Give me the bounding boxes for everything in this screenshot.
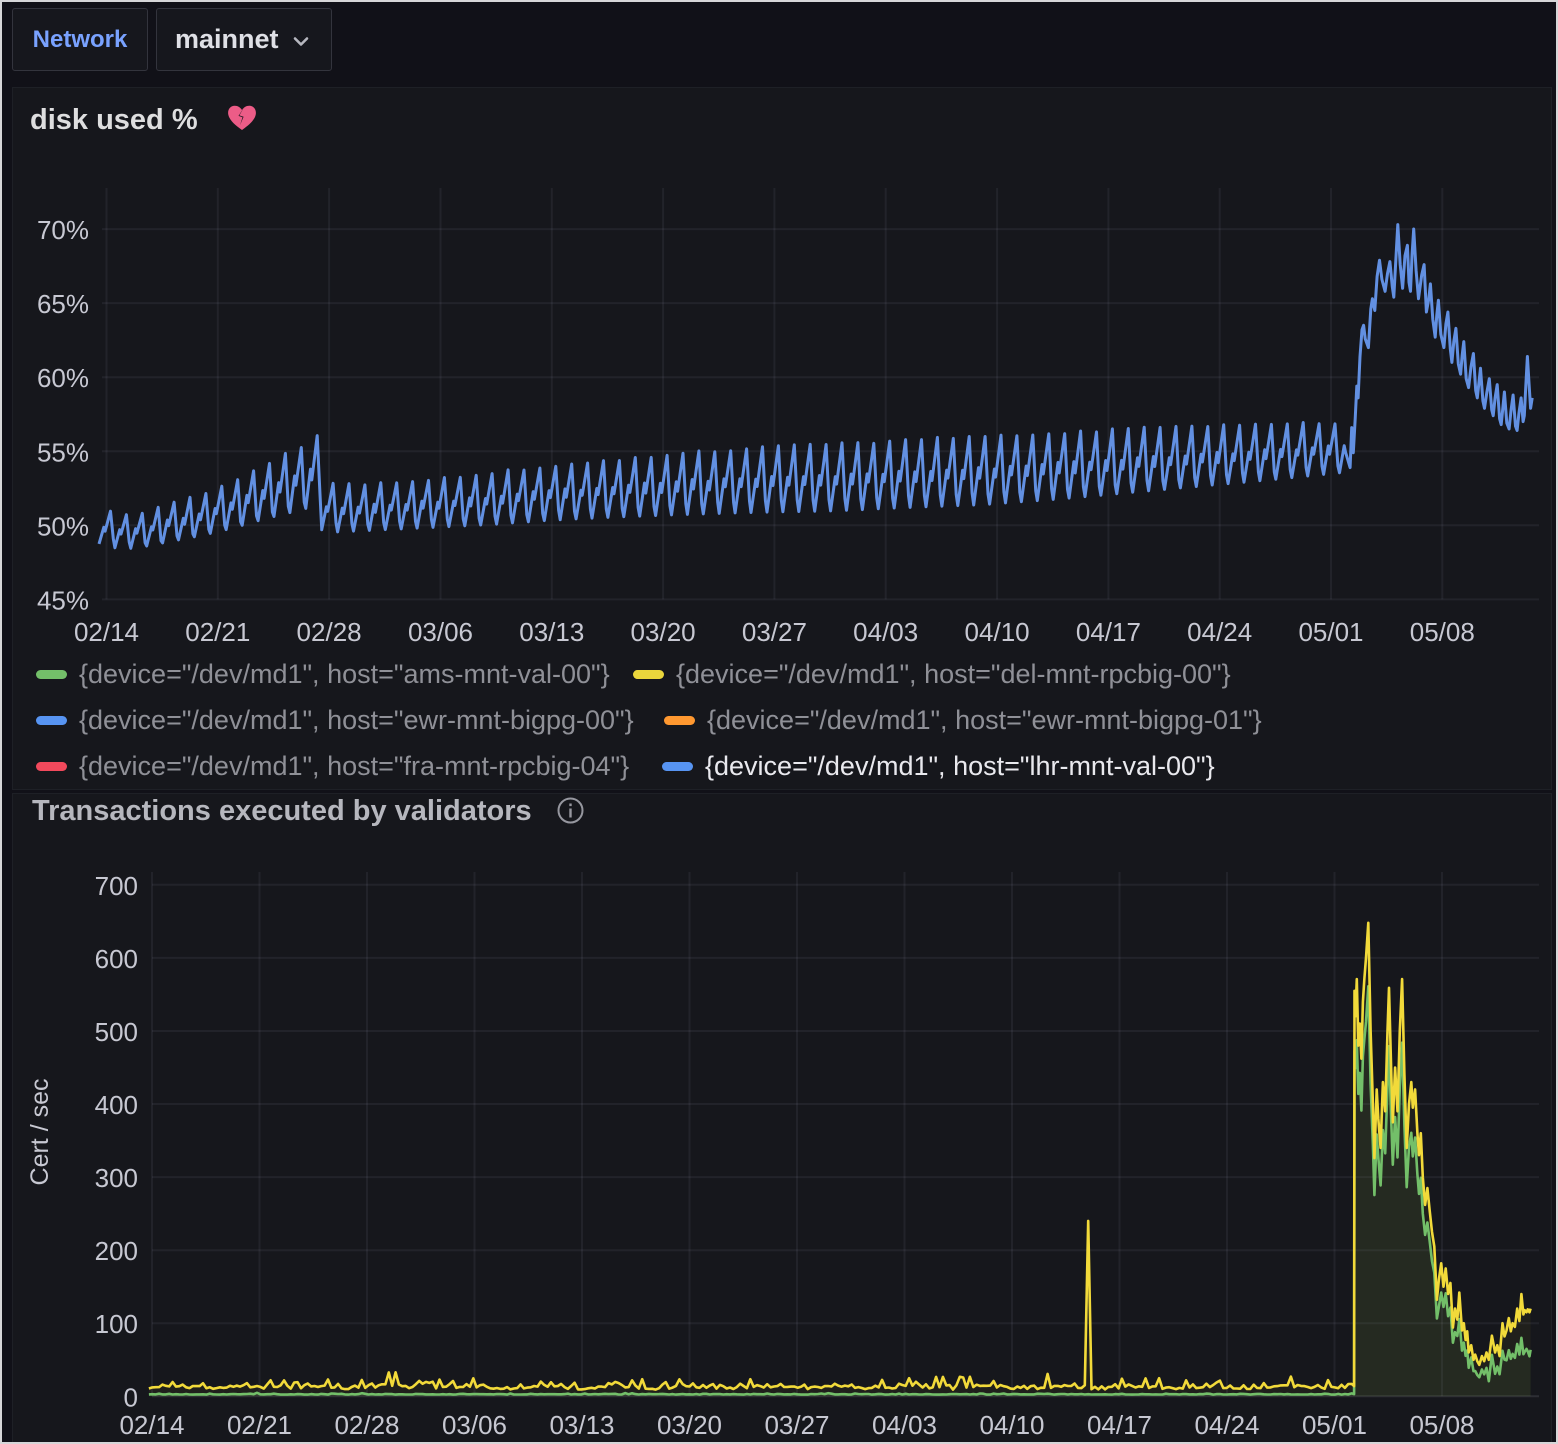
svg-text:02/21: 02/21 — [185, 617, 250, 647]
svg-text:Cert / sec: Cert / sec — [26, 1079, 54, 1186]
svg-text:50%: 50% — [37, 511, 89, 541]
svg-text:03/20: 03/20 — [631, 617, 696, 647]
svg-text:04/10: 04/10 — [965, 617, 1030, 647]
svg-text:05/01: 05/01 — [1298, 617, 1363, 647]
svg-text:04/17: 04/17 — [1087, 1410, 1152, 1440]
svg-text:05/08: 05/08 — [1410, 617, 1475, 647]
svg-text:0: 0 — [124, 1382, 138, 1412]
svg-text:100: 100 — [95, 1309, 138, 1339]
svg-text:70%: 70% — [37, 215, 89, 245]
svg-text:60%: 60% — [37, 363, 89, 393]
svg-text:03/20: 03/20 — [657, 1410, 722, 1440]
svg-text:04/03: 04/03 — [853, 617, 918, 647]
svg-text:400: 400 — [95, 1090, 138, 1120]
svg-text:700: 700 — [95, 871, 138, 901]
svg-text:04/17: 04/17 — [1076, 617, 1141, 647]
svg-text:04/24: 04/24 — [1187, 617, 1252, 647]
svg-text:04/10: 04/10 — [979, 1410, 1044, 1440]
svg-text:02/28: 02/28 — [334, 1410, 399, 1440]
svg-text:500: 500 — [95, 1017, 138, 1047]
svg-text:03/06: 03/06 — [408, 617, 473, 647]
svg-text:300: 300 — [95, 1163, 138, 1193]
svg-text:65%: 65% — [37, 289, 89, 319]
svg-text:03/27: 03/27 — [764, 1410, 829, 1440]
svg-text:200: 200 — [95, 1236, 138, 1266]
svg-text:03/27: 03/27 — [742, 617, 807, 647]
svg-text:03/13: 03/13 — [519, 617, 584, 647]
svg-text:02/28: 02/28 — [297, 617, 362, 647]
svg-text:600: 600 — [95, 944, 138, 974]
svg-text:05/08: 05/08 — [1409, 1410, 1474, 1440]
svg-text:03/13: 03/13 — [549, 1410, 614, 1440]
svg-text:04/03: 04/03 — [872, 1410, 937, 1440]
svg-text:02/14: 02/14 — [119, 1410, 184, 1440]
svg-text:05/01: 05/01 — [1302, 1410, 1367, 1440]
svg-text:04/24: 04/24 — [1194, 1410, 1259, 1440]
svg-text:55%: 55% — [37, 437, 89, 467]
svg-text:02/21: 02/21 — [227, 1410, 292, 1440]
svg-text:03/06: 03/06 — [442, 1410, 507, 1440]
svg-text:45%: 45% — [37, 585, 89, 615]
svg-text:02/14: 02/14 — [74, 617, 139, 647]
